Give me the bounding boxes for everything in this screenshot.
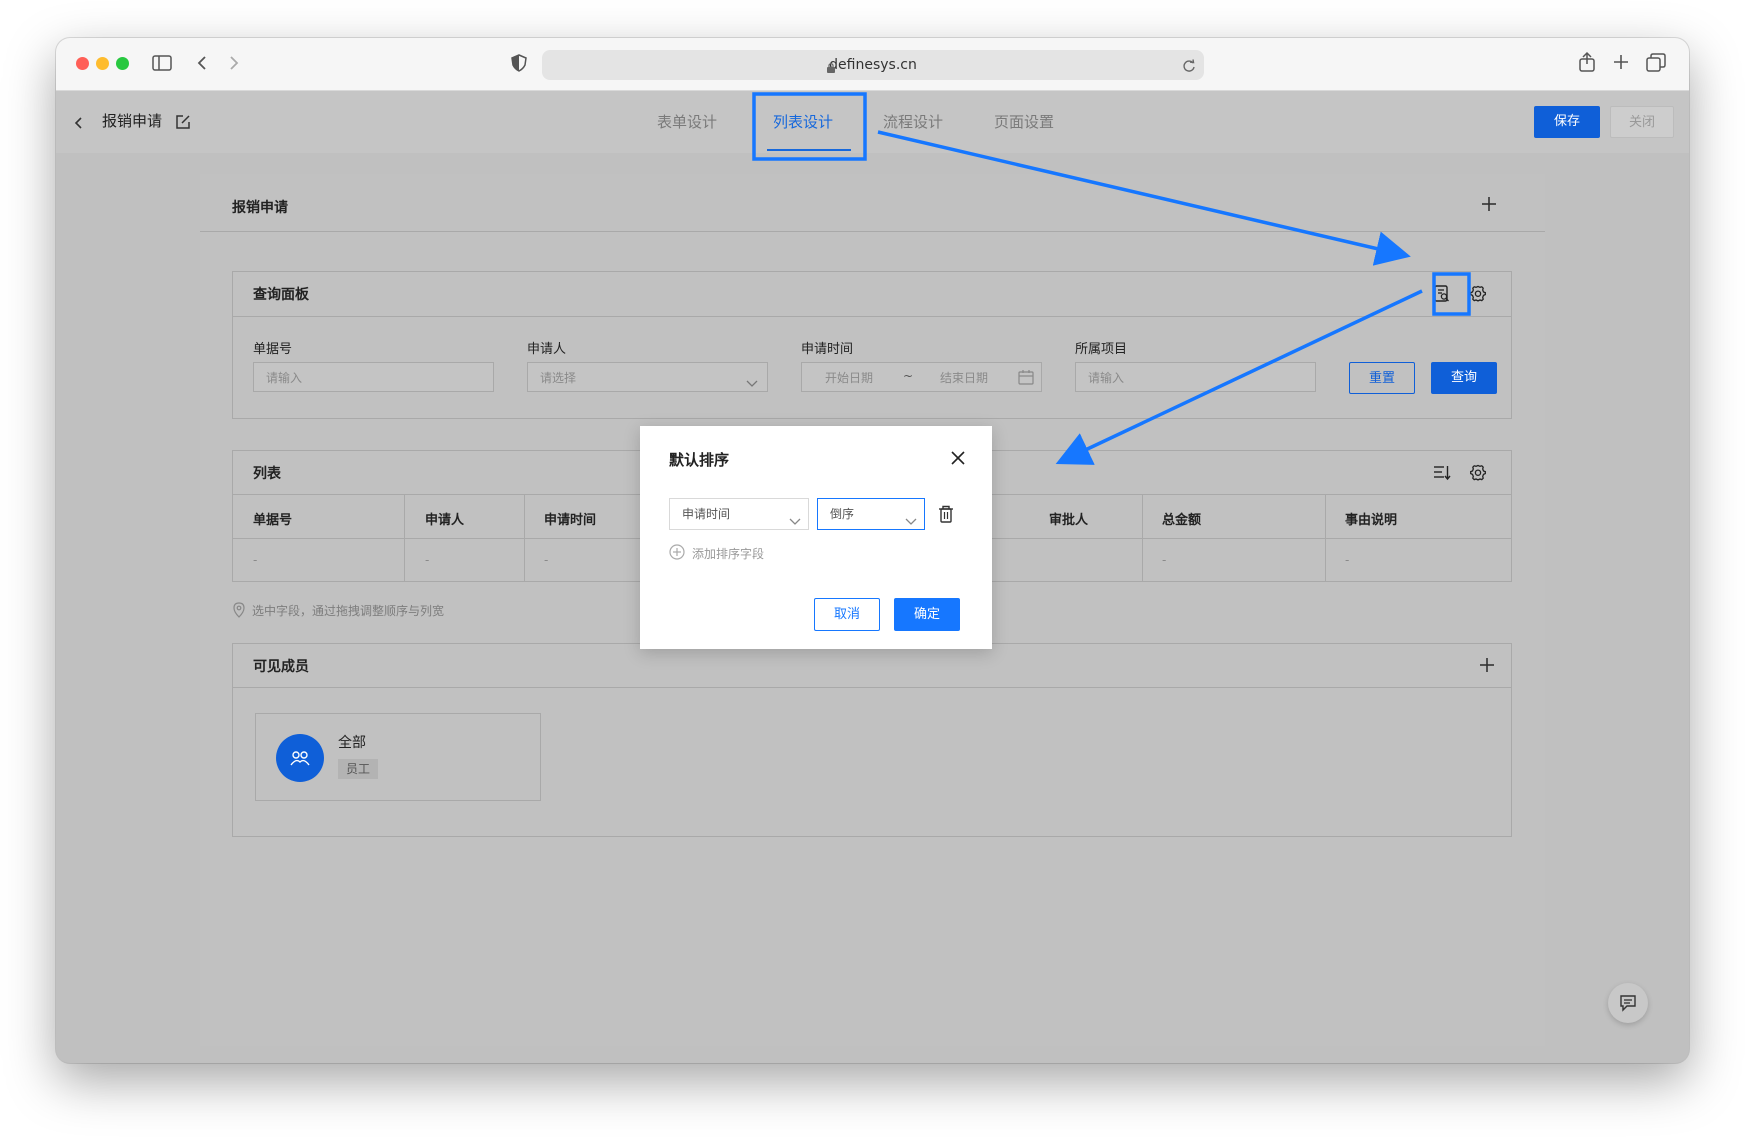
tab-highlight-box — [752, 92, 867, 161]
annotation-layer — [752, 92, 1471, 465]
annotation-arrow — [877, 130, 1411, 266]
icon-highlight-box — [1432, 272, 1471, 316]
annotation-arrow — [1055, 289, 1423, 465]
